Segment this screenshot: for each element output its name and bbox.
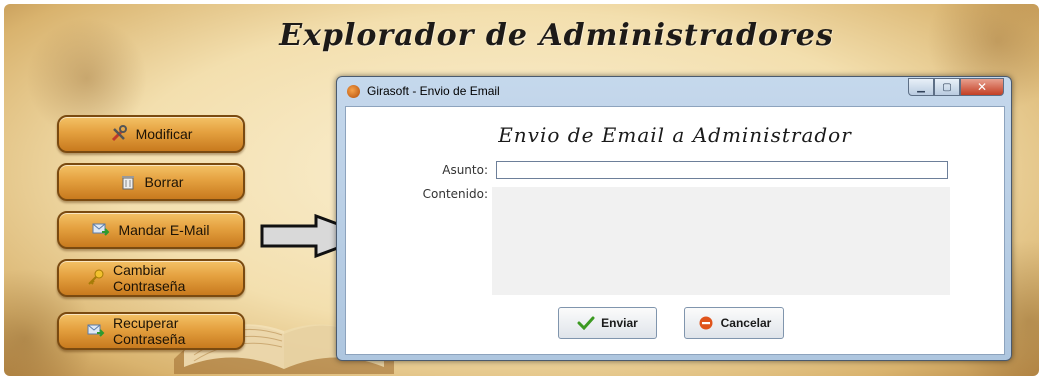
content-textarea[interactable] [492, 187, 950, 295]
recover-password-button[interactable]: Recuperar Contraseña [57, 312, 245, 350]
mail-send-icon [87, 322, 105, 340]
cancel-button[interactable]: Cancelar [684, 307, 784, 339]
email-dialog: Girasoft - Envio de Email ▁ ▢ ✕ Envio de… [336, 76, 1012, 361]
send-button[interactable]: Enviar [558, 307, 657, 339]
cancel-icon [697, 314, 715, 332]
trash-icon [119, 173, 137, 191]
dialog-title: Girasoft - Envio de Email [367, 84, 500, 98]
change-password-button-label: Cambiar Contraseña [113, 262, 186, 294]
dialog-heading: Envio de Email a Administrador [498, 123, 852, 147]
key-icon [87, 269, 105, 287]
recover-password-button-label: Recuperar Contraseña [113, 315, 186, 347]
delete-button-label: Borrar [144, 174, 184, 190]
modify-button[interactable]: Modificar [57, 115, 245, 153]
delete-button[interactable]: Borrar [57, 163, 245, 201]
minimize-icon: ▁ [917, 81, 925, 93]
mail-send-icon [92, 221, 110, 239]
maximize-icon: ▢ [942, 81, 952, 93]
content-label: Contenido: [422, 187, 488, 201]
send-button-label: Enviar [601, 316, 638, 330]
checkmark-icon [577, 314, 595, 332]
close-button[interactable]: ✕ [960, 78, 1004, 96]
cancel-button-label: Cancelar [720, 316, 772, 330]
send-email-button[interactable]: Mandar E-Mail [57, 211, 245, 249]
modify-button-label: Modificar [135, 126, 193, 142]
close-icon: ✕ [976, 80, 988, 94]
app-logo-icon [347, 85, 360, 98]
app-title: Explorador de Administradores [279, 18, 834, 53]
minimize-button[interactable]: ▁ [908, 78, 934, 96]
subject-input[interactable] [496, 161, 948, 179]
subject-label: Asunto: [442, 163, 488, 177]
dialog-titlebar[interactable]: Girasoft - Envio de Email ▁ ▢ ✕ [337, 77, 1011, 105]
change-password-button[interactable]: Cambiar Contraseña [57, 259, 245, 297]
send-email-button-label: Mandar E-Mail [118, 222, 210, 238]
maximize-button[interactable]: ▢ [934, 78, 960, 96]
tools-icon [110, 125, 128, 143]
dialog-content: Envio de Email a Administrador Asunto: C… [345, 106, 1005, 355]
